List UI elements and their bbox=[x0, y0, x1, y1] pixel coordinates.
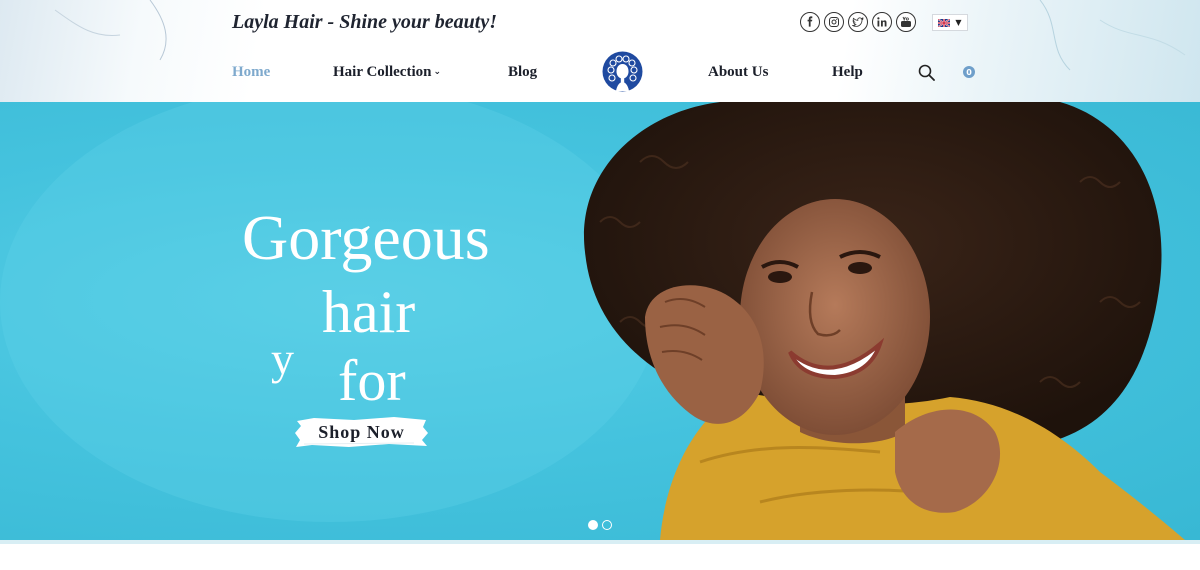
hero-model-image bbox=[0, 102, 1185, 540]
search-icon[interactable] bbox=[918, 64, 935, 81]
nav-home[interactable]: Home bbox=[232, 64, 270, 81]
hero-slider: Gorgeous hair y for Shop Now bbox=[0, 102, 1200, 540]
language-selector[interactable]: ▼ bbox=[932, 14, 968, 31]
afro-woman-logo-icon[interactable] bbox=[602, 51, 643, 92]
instagram-icon[interactable] bbox=[824, 12, 844, 32]
hero-headline-line1: Gorgeous bbox=[242, 202, 490, 273]
site-tagline: Layla Hair - Shine your beauty! bbox=[232, 11, 498, 33]
social-links bbox=[800, 12, 916, 32]
facebook-icon[interactable] bbox=[800, 12, 820, 32]
slide-dot-2[interactable] bbox=[602, 520, 612, 530]
hero-bottom-border bbox=[0, 540, 1200, 544]
nav-hair-collection[interactable]: Hair Collection ⌄ bbox=[333, 64, 441, 81]
marble-background bbox=[54, 0, 1186, 71]
uk-flag-icon bbox=[938, 18, 951, 27]
nav-blog[interactable]: Blog bbox=[508, 64, 537, 81]
cart-count-badge[interactable]: 0 bbox=[963, 66, 975, 78]
twitter-icon[interactable] bbox=[848, 12, 868, 32]
site-header: Layla Hair - Shine your beauty! ▼ Home H… bbox=[0, 0, 1200, 102]
hero-headline-line2: hair bbox=[322, 279, 416, 345]
hero-headline-line3a: y bbox=[271, 333, 294, 384]
chevron-down-icon: ⌄ bbox=[433, 67, 442, 77]
chevron-down-icon: ▼ bbox=[955, 18, 962, 27]
youtube-icon[interactable] bbox=[896, 12, 916, 32]
nav-help[interactable]: Help bbox=[832, 64, 863, 81]
shop-now-button[interactable]: Shop Now bbox=[294, 415, 429, 449]
nav-hair-collection-label: Hair Collection bbox=[333, 64, 432, 80]
slider-pagination bbox=[588, 520, 612, 530]
slide-dot-1[interactable] bbox=[588, 520, 598, 530]
nav-about-us[interactable]: About Us bbox=[708, 64, 768, 81]
hero-headline-line3b: for bbox=[338, 348, 406, 413]
shop-now-label: Shop Now bbox=[318, 421, 405, 442]
linkedin-icon[interactable] bbox=[872, 12, 892, 32]
